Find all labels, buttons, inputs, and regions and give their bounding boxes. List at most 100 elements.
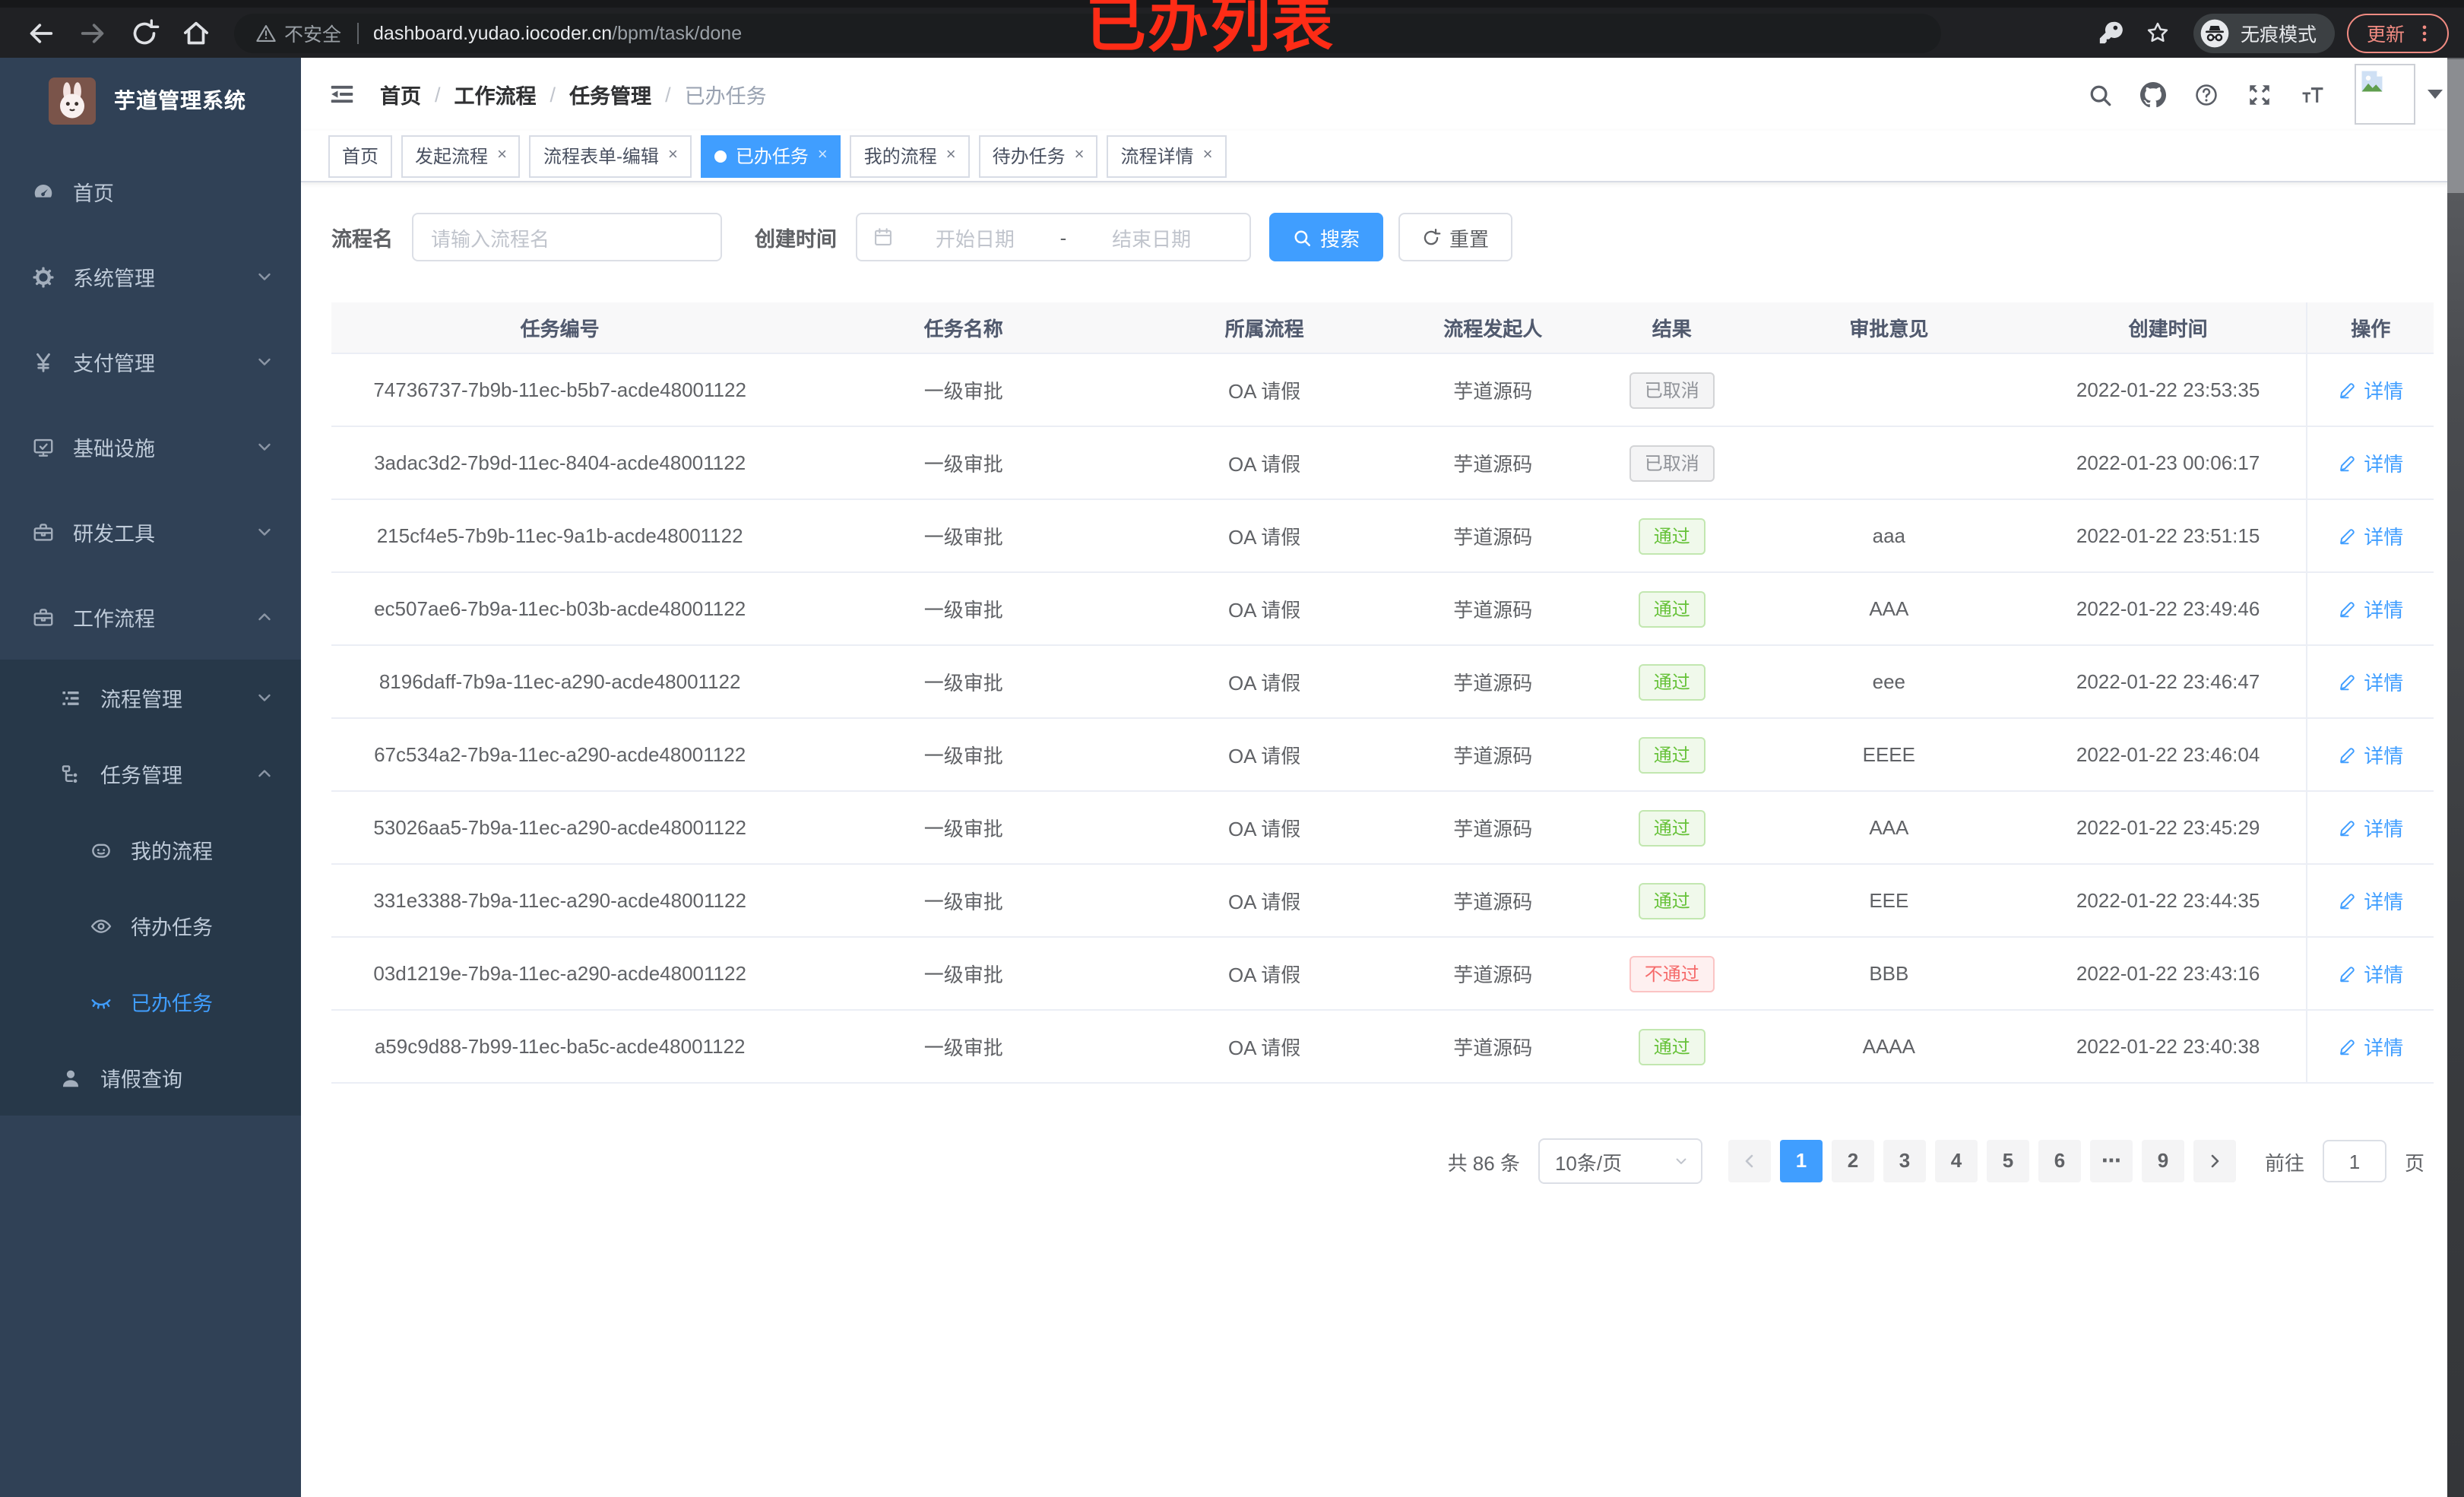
- detail-link[interactable]: 详情: [2338, 886, 2403, 915]
- detail-link[interactable]: 详情: [2338, 448, 2403, 477]
- github-icon[interactable]: [2140, 81, 2166, 107]
- result-badge: 通过: [1638, 809, 1705, 846]
- page-scrollbar[interactable]: [2447, 58, 2464, 1497]
- view-tab-item[interactable]: 我的流程 ×: [850, 135, 970, 177]
- view-tab-item[interactable]: 流程详情 ×: [1107, 135, 1227, 177]
- view-tab-active[interactable]: 已办任务 ×: [700, 135, 841, 177]
- detail-link[interactable]: 详情: [2338, 740, 2403, 769]
- reload-icon[interactable]: [129, 17, 160, 48]
- tab-close-icon[interactable]: ×: [946, 147, 956, 164]
- cell-task-id: 74736737-7b9b-11ec-b5b7-acde48001122: [331, 353, 789, 427]
- app-logo-row[interactable]: 芋道管理系统: [0, 58, 301, 143]
- prev-page-button[interactable]: [1728, 1140, 1771, 1182]
- update-button[interactable]: 更新: [2346, 13, 2449, 52]
- next-page-button[interactable]: [2193, 1140, 2236, 1182]
- sidebar-collapse-icon[interactable]: [328, 81, 356, 108]
- tab-close-icon[interactable]: ×: [668, 147, 678, 164]
- search-button[interactable]: 搜索: [1268, 213, 1383, 261]
- search-button-label: 搜索: [1320, 227, 1360, 250]
- detail-link[interactable]: 详情: [2338, 667, 2403, 696]
- cell-comment: EEEE: [1747, 718, 2030, 792]
- forward-icon[interactable]: [78, 17, 108, 48]
- scrollbar-thumb[interactable]: [2447, 59, 2464, 193]
- cell-starter: 芋道源码: [1389, 864, 1596, 938]
- fullscreen-icon[interactable]: [2247, 81, 2272, 107]
- result-badge: 通过: [1638, 736, 1705, 773]
- home-icon[interactable]: [181, 17, 211, 48]
- view-tab-item[interactable]: 首页: [328, 135, 393, 177]
- table-row: 03d1219e-7b9a-11ec-a290-acde48001122 一级审…: [331, 937, 2434, 1011]
- sidebar-item-toolbox[interactable]: 研发工具: [0, 489, 301, 574]
- sidebar-item-eye-closed[interactable]: 已办任务: [0, 964, 301, 1040]
- cell-action: 详情: [2306, 937, 2434, 1011]
- page-ellipsis[interactable]: ⋯: [2089, 1140, 2133, 1183]
- reset-button[interactable]: 重置: [1398, 213, 1512, 261]
- edit-pencil-icon: [2338, 599, 2358, 619]
- detail-link[interactable]: 详情: [2338, 375, 2403, 404]
- detail-link[interactable]: 详情: [2338, 1032, 2403, 1061]
- cell-action: 详情: [2306, 1010, 2434, 1084]
- breadcrumb-item[interactable]: 工作流程: [454, 79, 537, 109]
- table-row: 3adac3d2-7b9d-11ec-8404-acde48001122 一级审…: [331, 426, 2434, 500]
- sidebar-item-org-tree[interactable]: 任务管理: [0, 736, 301, 812]
- search-icon[interactable]: [2087, 81, 2113, 107]
- incognito-badge[interactable]: 无痕模式: [2193, 13, 2335, 52]
- view-tab-item[interactable]: 流程表单-编辑 ×: [529, 135, 692, 177]
- page-button-4[interactable]: 4: [1934, 1139, 1978, 1182]
- cell-starter: 芋道源码: [1389, 718, 1596, 792]
- page-button-3[interactable]: 3: [1883, 1139, 1926, 1182]
- sidebar-item-briefcase[interactable]: 工作流程: [0, 574, 301, 660]
- sidebar-item-gear[interactable]: 系统管理: [0, 234, 301, 319]
- sidebar-item-dashboard[interactable]: 首页: [0, 149, 301, 234]
- sidebar-item-user[interactable]: 请假查询: [0, 1040, 301, 1116]
- sidebar-item-eye-open[interactable]: 待办任务: [0, 888, 301, 964]
- tab-close-icon[interactable]: ×: [1203, 147, 1213, 164]
- page-button-6[interactable]: 6: [2038, 1139, 2081, 1182]
- sidebar-item-list-tree[interactable]: 流程管理: [0, 660, 301, 736]
- page-button-9[interactable]: 9: [2141, 1139, 2184, 1182]
- view-tab-item[interactable]: 待办任务 ×: [978, 135, 1098, 177]
- page-button-1[interactable]: 1: [1779, 1139, 1823, 1182]
- table-row: 215cf4e5-7b9b-11ec-9a1b-acde48001122 一级审…: [331, 499, 2434, 573]
- view-tab-item[interactable]: 发起流程 ×: [401, 135, 521, 177]
- incognito-icon: [2200, 17, 2230, 48]
- sidebar-item-robot[interactable]: 我的流程: [0, 812, 301, 888]
- page-button-5[interactable]: 5: [1986, 1139, 2029, 1182]
- result-badge: 通过: [1638, 590, 1705, 627]
- avatar[interactable]: [2355, 64, 2415, 125]
- cell-task-name: 一级审批: [788, 937, 1139, 1011]
- jump-page-input[interactable]: 1: [2322, 1140, 2386, 1182]
- table-row: 53026aa5-7b9a-11ec-a290-acde48001122 一级审…: [331, 791, 2434, 865]
- bookmark-star-icon[interactable]: [2145, 20, 2171, 46]
- password-key-icon[interactable]: [2098, 20, 2124, 46]
- sidebar-item-monitor[interactable]: 基础设施: [0, 404, 301, 489]
- table-body: 74736737-7b9b-11ec-b5b7-acde48001122 一级审…: [331, 353, 2434, 1084]
- app-title: 芋道管理系统: [114, 88, 246, 112]
- avatar-caret-icon[interactable]: [2428, 90, 2443, 99]
- jump-suffix: 页: [2404, 1151, 2424, 1174]
- cell-starter: 芋道源码: [1389, 499, 1596, 573]
- menu-dots-icon[interactable]: [2414, 22, 2435, 43]
- cell-comment: [1747, 353, 2030, 427]
- page-button-2[interactable]: 2: [1831, 1139, 1874, 1182]
- table-row: ec507ae6-7b9a-11ec-b03b-acde48001122 一级审…: [331, 572, 2434, 646]
- cell-comment: AAAA: [1747, 1010, 2030, 1084]
- detail-link[interactable]: 详情: [2338, 813, 2403, 842]
- cell-result: 通过: [1595, 499, 1748, 573]
- detail-link[interactable]: 详情: [2338, 521, 2403, 550]
- breadcrumb-item[interactable]: 首页: [380, 79, 421, 109]
- question-icon[interactable]: [2193, 81, 2219, 107]
- font-size-icon[interactable]: [2300, 81, 2326, 107]
- breadcrumb-item[interactable]: 任务管理: [569, 79, 651, 109]
- detail-link[interactable]: 详情: [2338, 959, 2403, 988]
- browser-chrome: 不安全 dashboard.yudao.iocoder.cn/bpm/task/…: [0, 0, 2464, 59]
- sidebar-item-yen[interactable]: 支付管理: [0, 319, 301, 404]
- back-icon[interactable]: [26, 17, 56, 48]
- page-size-select[interactable]: 10条/页: [1538, 1138, 1702, 1184]
- detail-link[interactable]: 详情: [2338, 594, 2403, 623]
- date-range-input[interactable]: 开始日期 - 结束日期: [855, 213, 1250, 261]
- process-name-input[interactable]: 请输入流程名: [411, 213, 721, 261]
- tab-close-icon[interactable]: ×: [497, 147, 507, 164]
- tab-close-icon[interactable]: ×: [1075, 147, 1085, 164]
- tab-close-icon[interactable]: ×: [818, 147, 828, 164]
